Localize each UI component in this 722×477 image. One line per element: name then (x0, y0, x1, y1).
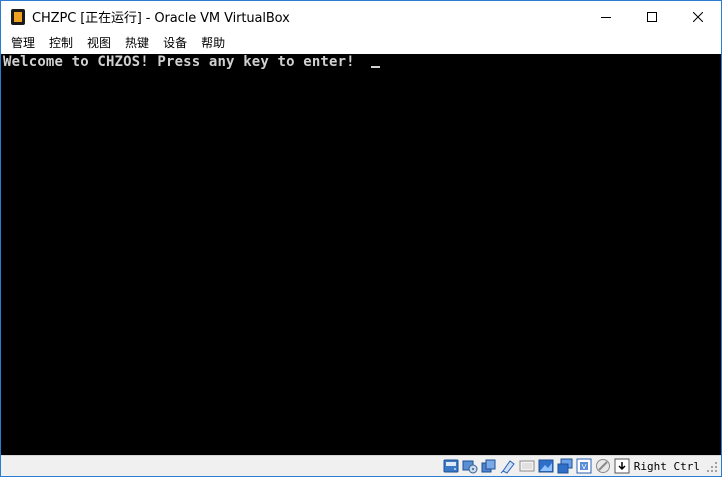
status-bar: V Right Ctrl (1, 455, 721, 476)
console-welcome-text: Welcome to CHZOS! Press any key to enter… (3, 54, 355, 70)
menu-item-control[interactable]: 控制 (42, 33, 80, 53)
audio-icon[interactable] (481, 458, 497, 474)
resize-grip-icon[interactable] (707, 460, 717, 472)
shared-folders-icon[interactable] (538, 458, 554, 474)
menu-item-hotkeys[interactable]: 热键 (118, 33, 156, 53)
maximize-button[interactable] (629, 1, 675, 32)
virtualization-icon[interactable] (595, 458, 611, 474)
text-cursor (371, 66, 380, 68)
host-key-label[interactable]: Right Ctrl (634, 460, 700, 473)
svg-text:V: V (581, 463, 586, 471)
virtualbox-window: CHZPC [正在运行] - Oracle VM VirtualBox 管理 控… (0, 0, 722, 477)
menu-bar: 管理 控制 视图 热键 设备 帮助 (1, 32, 721, 54)
video-capture-icon[interactable]: V (576, 458, 592, 474)
menu-item-devices[interactable]: 设备 (156, 33, 194, 53)
menu-item-manage[interactable]: 管理 (4, 33, 42, 53)
hard-disk-icon[interactable] (443, 458, 459, 474)
menu-item-help[interactable]: 帮助 (194, 33, 232, 53)
virtualbox-app-icon[interactable] (10, 8, 26, 25)
menu-item-view[interactable]: 视图 (80, 33, 118, 53)
usb-icon[interactable] (519, 458, 535, 474)
mouse-integration-icon[interactable] (614, 458, 630, 474)
close-button[interactable] (675, 1, 721, 32)
maximize-icon (647, 11, 657, 22)
window-controls (583, 1, 721, 32)
network-icon[interactable] (500, 458, 516, 474)
minimize-button[interactable] (583, 1, 629, 32)
vm-display[interactable]: Welcome to CHZOS! Press any key to enter… (1, 54, 721, 455)
close-icon (693, 11, 703, 22)
title-bar[interactable]: CHZPC [正在运行] - Oracle VM VirtualBox (1, 1, 721, 32)
minimize-icon (601, 16, 611, 18)
optical-drive-icon[interactable] (462, 458, 478, 474)
window-title: CHZPC [正在运行] - Oracle VM VirtualBox (32, 11, 290, 26)
display-icon[interactable] (557, 458, 573, 474)
